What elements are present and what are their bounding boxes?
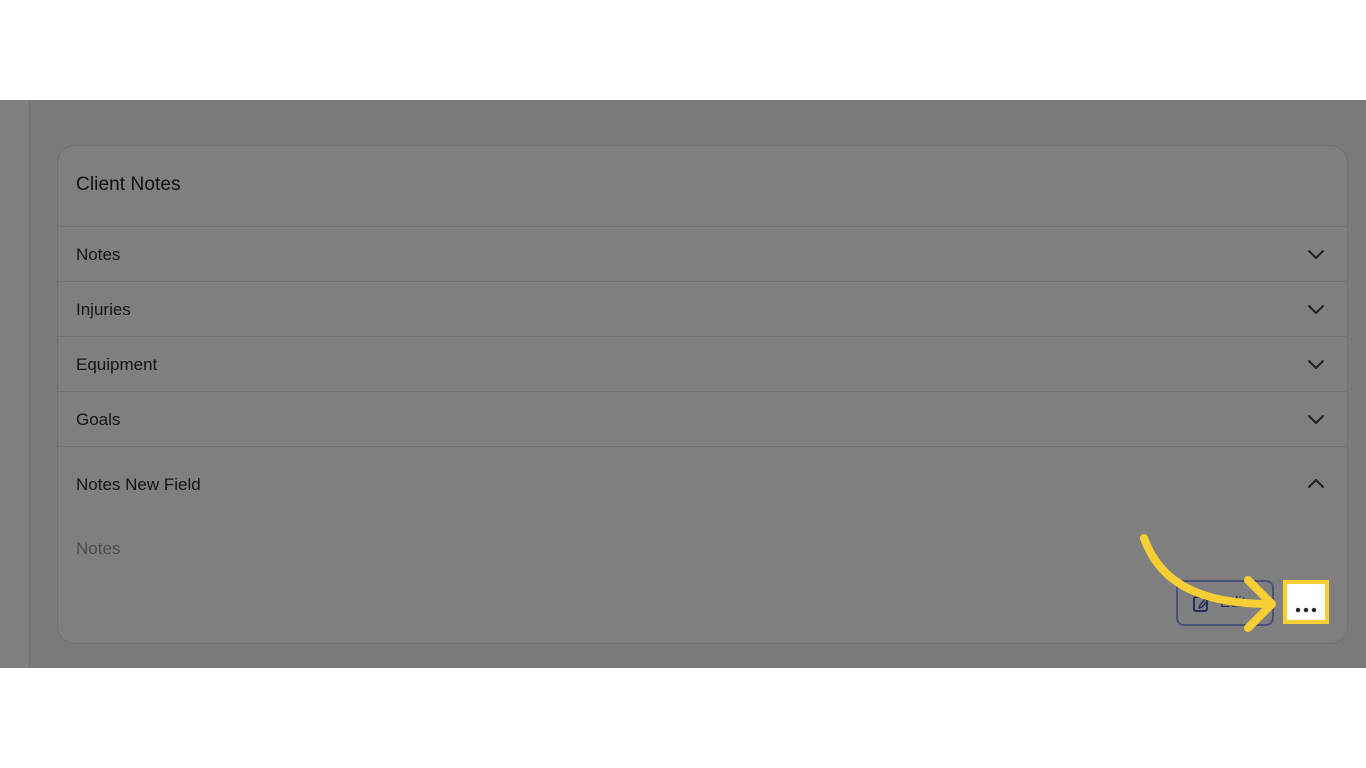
accordion-item-notes[interactable]: Notes (58, 226, 1347, 281)
accordion-item-label: Injuries (76, 300, 131, 319)
card-title: Client Notes (76, 174, 181, 195)
more-horizontal-icon (1295, 600, 1317, 613)
client-notes-card: Client Notes Notes Injuries Equipment Go… (57, 145, 1348, 644)
left-panel (0, 100, 30, 668)
notes-field-label: Notes (76, 539, 121, 558)
accordion-item-equipment[interactable]: Equipment (58, 336, 1347, 391)
chevron-up-icon[interactable] (1307, 475, 1325, 493)
accordion-item-goals[interactable]: Goals (58, 391, 1347, 446)
accordion-item-label: Goals (76, 410, 121, 429)
edit-button[interactable]: Edit (1176, 580, 1274, 626)
accordion-item-label: Equipment (76, 355, 158, 374)
chevron-down-icon[interactable] (1307, 410, 1325, 428)
accordion-item-injuries[interactable]: Injuries (58, 281, 1347, 336)
chevron-down-icon[interactable] (1307, 245, 1325, 263)
edit-button-label: Edit (1220, 594, 1246, 611)
accordion: Notes Injuries Equipment Goals Notes New… (58, 226, 1347, 510)
accordion-item-notes-new-field[interactable]: Notes New Field (58, 446, 1347, 510)
more-options-button[interactable] (1283, 580, 1329, 624)
edit-icon (1192, 593, 1212, 613)
accordion-item-label: Notes (76, 245, 121, 264)
chevron-down-icon[interactable] (1307, 300, 1325, 318)
app-frame: Client Notes Notes Injuries Equipment Go… (0, 100, 1366, 668)
accordion-item-label: Notes New Field (76, 475, 201, 494)
chevron-down-icon[interactable] (1307, 355, 1325, 373)
